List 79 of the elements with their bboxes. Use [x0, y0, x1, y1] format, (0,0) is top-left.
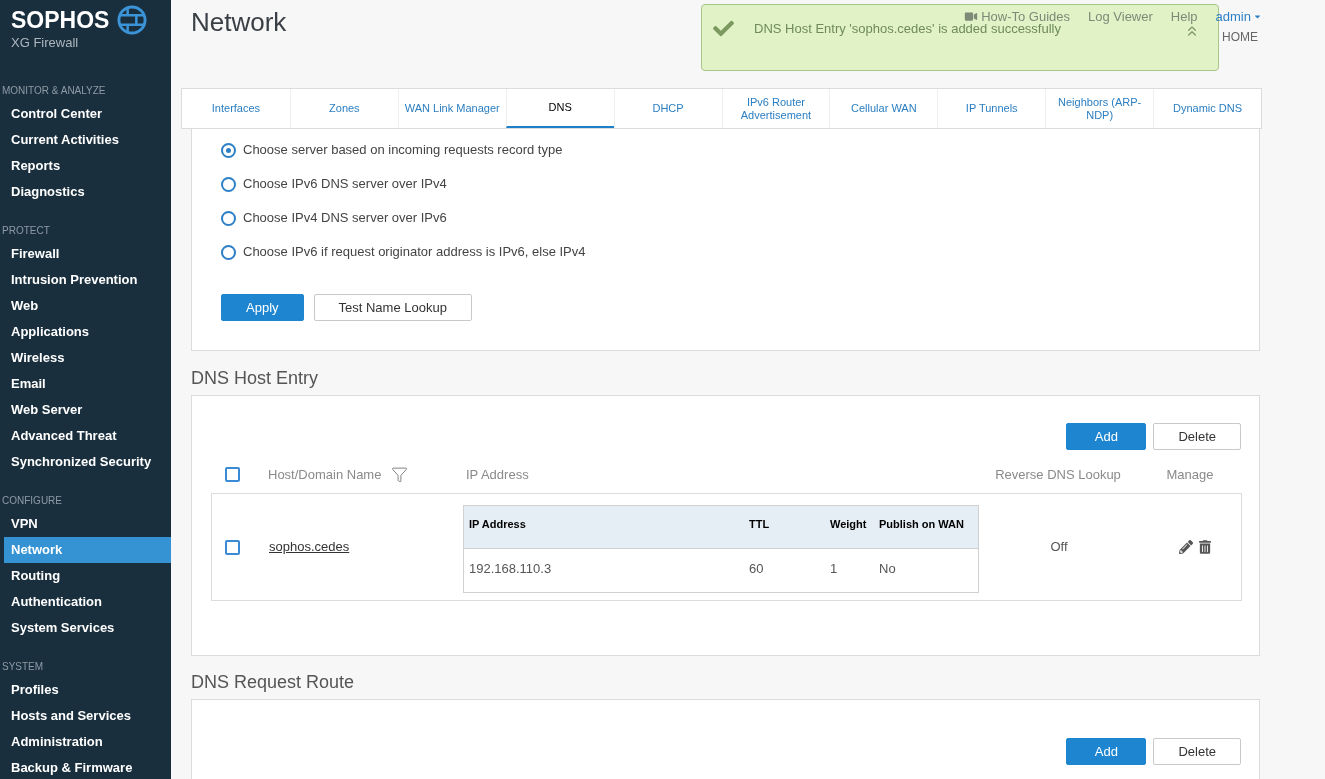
product-name: XG Firewall — [11, 35, 79, 51]
filter-icon[interactable] — [391, 466, 409, 483]
user-menu[interactable]: admin — [1215, 6, 1262, 27]
sidebar-item[interactable]: Current Activities — [4, 127, 171, 153]
radio-label: Choose IPv6 DNS server over IPv4 — [243, 175, 447, 194]
sidebar-item[interactable]: Advanced Threat — [4, 423, 171, 449]
button[interactable]: Apply — [221, 294, 304, 321]
sidebar-item[interactable]: Hosts and Services — [4, 703, 171, 729]
checkmark-icon — [711, 18, 736, 39]
tab[interactable]: IP Tunnels — [937, 89, 1046, 128]
sidebar-item[interactable]: Control Center — [4, 101, 171, 127]
column-header: IP Address — [469, 518, 526, 530]
radio-button[interactable] — [221, 176, 236, 192]
sidebar-item[interactable]: Profiles — [4, 677, 171, 703]
sidebar-section-title: PROTECT — [1, 223, 51, 238]
sidebar-item[interactable]: Wireless — [4, 345, 171, 371]
sidebar-item[interactable]: Web — [4, 293, 171, 319]
edit-icon[interactable] — [1179, 540, 1193, 554]
section-title: DNS Host Entry — [191, 367, 319, 389]
tab[interactable]: Cellular WAN — [829, 89, 938, 128]
sidebar-item[interactable]: Applications — [4, 319, 171, 345]
notification-message: DNS Host Entry 'sophos.cedes' is added successfully — [754, 21, 1061, 37]
radio-button[interactable] — [221, 210, 236, 226]
column-header: Publish on WAN — [879, 518, 964, 530]
tab[interactable]: IPv6 Router Advertisement — [721, 89, 830, 128]
sidebar-item[interactable]: VPN — [4, 511, 171, 537]
table-cell-text: Off — [1050, 538, 1068, 557]
sidebar-item[interactable]: Email — [4, 371, 171, 397]
column-header: IP Address — [466, 466, 529, 482]
sidebar-item[interactable]: Reports — [4, 153, 171, 179]
table-cell: 1 — [830, 561, 838, 576]
tab[interactable]: Neighbors (ARP-NDP) — [1045, 89, 1154, 128]
tab[interactable]: Dynamic DNS — [1153, 89, 1261, 128]
radio-button[interactable] — [221, 244, 236, 260]
radio-button[interactable] — [221, 142, 236, 158]
sidebar-item[interactable]: Backup & Firmware — [4, 755, 171, 779]
radio-label: Choose IPv6 if request originator address is IPv6, else IPv4 — [243, 243, 586, 262]
sidebar-item[interactable]: Synchronized Security — [4, 449, 171, 475]
sidebar-item[interactable]: Diagnostics — [4, 179, 171, 205]
sidebar-item[interactable]: Administration — [4, 729, 171, 755]
section-title: DNS Request Route — [191, 671, 355, 693]
sidebar-section-title: MONITOR & ANALYZE — [1, 83, 107, 98]
trash-icon[interactable] — [1199, 540, 1211, 554]
button[interactable]: Add — [1066, 423, 1147, 450]
table-cell: No — [879, 561, 896, 576]
table-cell: 192.168.110.3 — [469, 561, 552, 576]
checkbox[interactable] — [225, 467, 240, 482]
page-title: Network — [191, 7, 287, 37]
button[interactable]: Test Name Lookup — [313, 294, 472, 321]
video-camera-icon — [964, 11, 979, 22]
breadcrumb: HOME — [1222, 29, 1258, 46]
brand-name: SOPHOS — [11, 6, 110, 35]
radio-label: Choose server based on incoming requests record type — [243, 141, 563, 160]
sidebar-item[interactable]: Firewall — [4, 241, 171, 267]
sidebar-item[interactable]: System Services — [4, 615, 171, 641]
sidebar-item[interactable]: Intrusion Prevention — [4, 267, 171, 293]
checkbox[interactable] — [225, 539, 240, 555]
sidebar-section-title: SYSTEM — [1, 659, 45, 674]
column-header: TTL — [749, 518, 770, 530]
logo-icon — [117, 5, 148, 35]
tab[interactable]: DHCP — [613, 89, 722, 128]
table-cell: 60 — [749, 561, 764, 576]
button[interactable]: Delete — [1153, 738, 1241, 765]
tab[interactable]: Interfaces — [182, 89, 290, 128]
sidebar-item[interactable]: Authentication — [4, 589, 171, 615]
sidebar-section-title: CONFIGURE — [1, 493, 63, 508]
button[interactable]: Delete — [1153, 423, 1241, 450]
button[interactable]: Add — [1066, 738, 1147, 765]
column-header: Reverse DNS Lookup — [995, 465, 1121, 484]
host-link[interactable]: sophos.cedes — [269, 539, 350, 555]
column-header: Manage — [1166, 465, 1214, 484]
caret-down-icon — [1253, 12, 1262, 21]
radio-label: Choose IPv4 DNS server over IPv6 — [243, 209, 447, 228]
tab[interactable]: Zones — [289, 89, 398, 128]
sidebar-item[interactable]: Web Server — [4, 397, 171, 423]
column-header: Weight — [830, 518, 867, 530]
tab[interactable]: WAN Link Manager — [397, 89, 506, 128]
sidebar-item[interactable]: Routing — [4, 563, 171, 589]
column-header: Host/Domain Name — [268, 465, 382, 484]
